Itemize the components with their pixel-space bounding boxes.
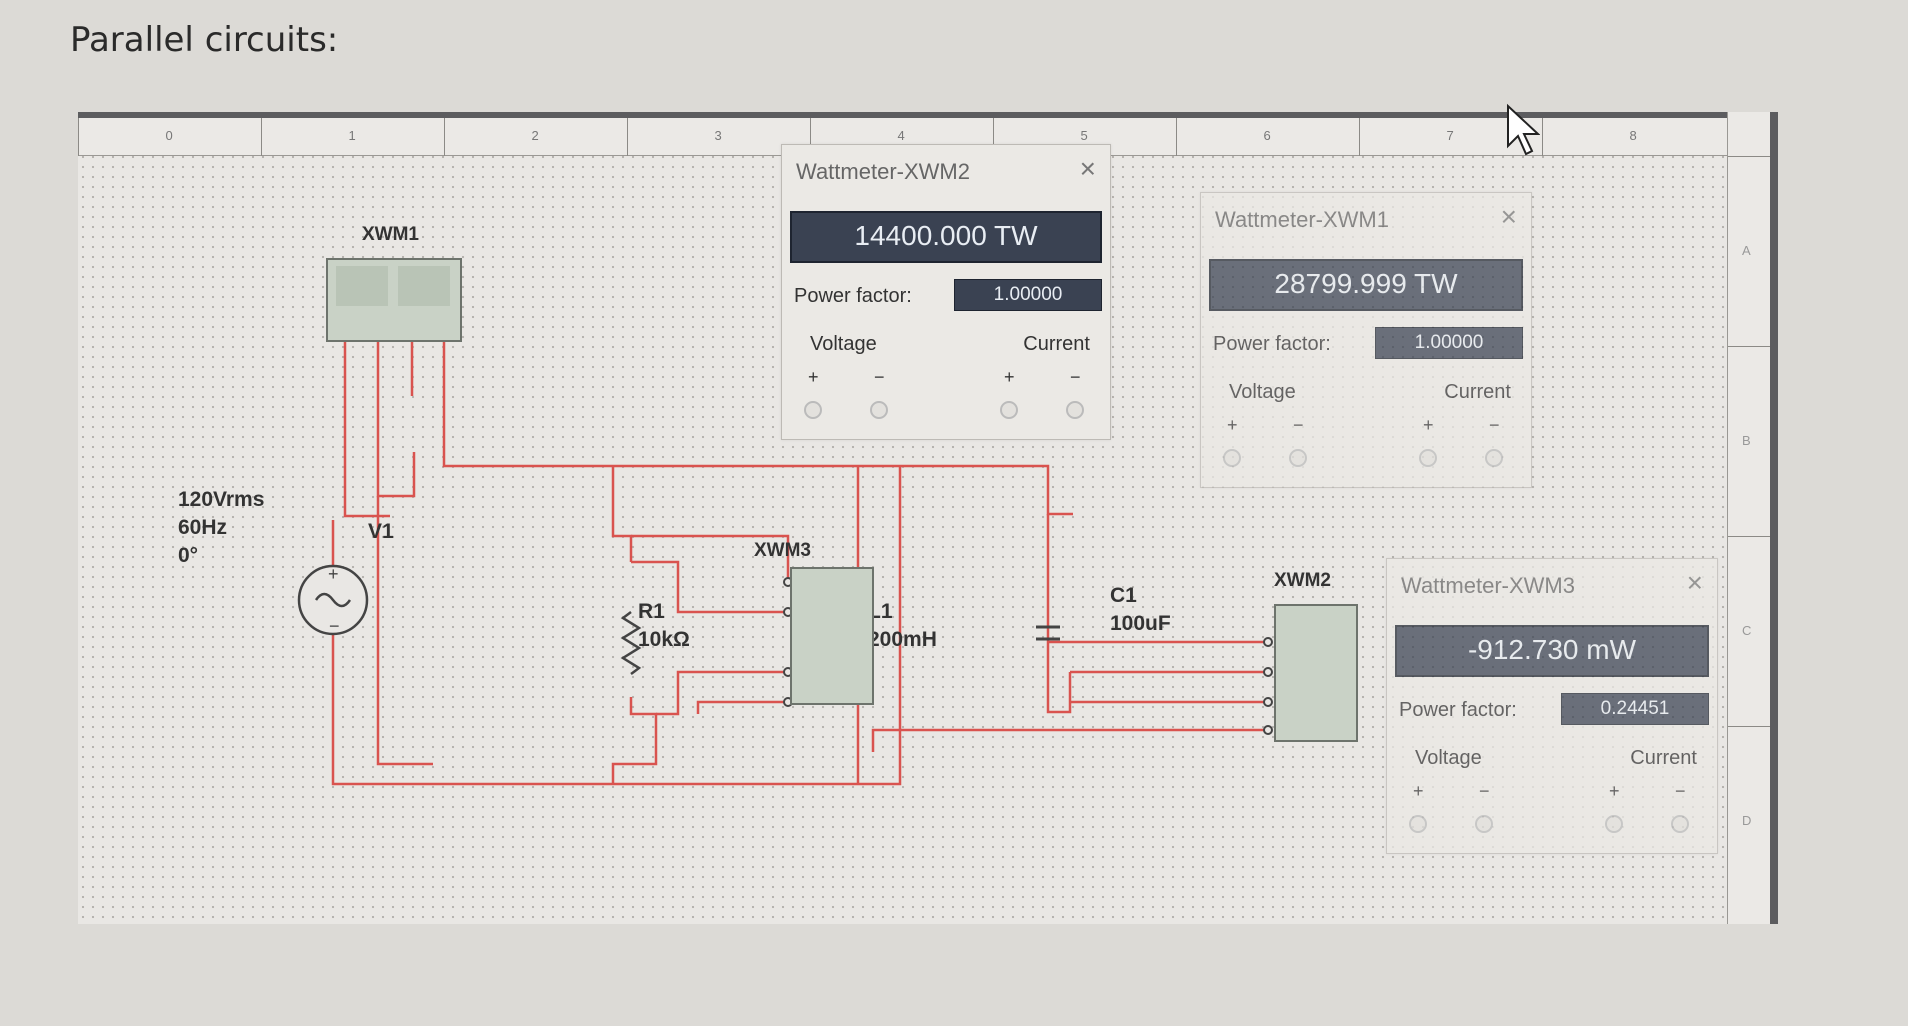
power-factor-label: Power factor: — [1213, 333, 1331, 355]
voltage-minus-terminal[interactable] — [1289, 449, 1307, 467]
page-title: Parallel circuits: — [70, 20, 339, 60]
l1-value-label: 200mH — [868, 628, 937, 651]
voltage-plus-label: + — [1413, 781, 1424, 801]
voltage-label: Voltage — [1229, 381, 1296, 403]
dialog-title: Wattmeter-XWM3 — [1401, 573, 1575, 598]
voltage-plus-label: + — [1227, 415, 1238, 435]
power-reading: -912.730 mW — [1395, 625, 1709, 677]
ac-source-icon: + − — [297, 564, 369, 636]
current-label: Current — [1444, 381, 1511, 403]
voltage-minus-label: − — [1479, 781, 1490, 801]
wattmeter-xwm2-symbol[interactable] — [1274, 604, 1358, 742]
wire — [871, 728, 1268, 752]
svg-text:+: + — [328, 564, 339, 584]
current-minus-terminal[interactable] — [1485, 449, 1503, 467]
dialog-title: Wattmeter-XWM1 — [1215, 207, 1389, 232]
source-voltage-label: 120Vrms — [178, 488, 265, 511]
power-factor-label: Power factor: — [1399, 699, 1517, 721]
power-factor-value: 1.00000 — [954, 279, 1102, 311]
current-minus-label: − — [1675, 781, 1686, 801]
source-name-label: V1 — [368, 520, 394, 543]
wattmeter-xwm1-symbol[interactable] — [326, 258, 462, 342]
power-factor-value: 0.24451 — [1561, 693, 1709, 725]
voltage-plus-terminal[interactable] — [1223, 449, 1241, 467]
voltage-minus-label: − — [1293, 415, 1304, 435]
current-label: Current — [1630, 747, 1697, 769]
c1-name-label: C1 — [1110, 584, 1137, 607]
xwm2-label: XWM2 — [1274, 570, 1331, 591]
wire — [376, 338, 416, 498]
source-phase-label: 0° — [178, 544, 199, 567]
voltage-plus-label: + — [808, 367, 819, 387]
current-plus-label: + — [1423, 415, 1434, 435]
wire — [656, 670, 788, 716]
current-minus-terminal[interactable] — [1066, 401, 1084, 419]
current-minus-terminal[interactable] — [1671, 815, 1689, 833]
power-reading: 14400.000 TW — [790, 211, 1102, 263]
current-plus-label: + — [1609, 781, 1620, 801]
voltage-minus-label: − — [874, 367, 885, 387]
voltage-plus-terminal[interactable] — [1409, 815, 1427, 833]
voltage-minus-terminal[interactable] — [870, 401, 888, 419]
power-factor-value: 1.00000 — [1375, 327, 1523, 359]
dialog-wattmeter-xwm2[interactable]: Wattmeter-XWM2 × 14400.000 TW Power fact… — [781, 144, 1111, 440]
voltage-label: Voltage — [810, 333, 877, 355]
current-plus-terminal[interactable] — [1419, 449, 1437, 467]
current-label: Current — [1023, 333, 1090, 355]
wattmeter-xwm3-symbol[interactable] — [790, 567, 874, 705]
xwm3-label: XWM3 — [754, 540, 811, 561]
power-factor-label: Power factor: — [794, 285, 912, 307]
close-icon[interactable]: × — [1501, 201, 1517, 233]
c1-value-label: 100uF — [1110, 612, 1171, 635]
source-frequency-label: 60Hz — [178, 516, 228, 539]
voltage-minus-terminal[interactable] — [1475, 815, 1493, 833]
power-reading: 28799.999 TW — [1209, 259, 1523, 311]
current-minus-label: − — [1489, 415, 1500, 435]
resistor-icon — [620, 611, 642, 675]
current-plus-terminal[interactable] — [1000, 401, 1018, 419]
wire — [343, 338, 390, 518]
mouse-cursor-icon — [1507, 103, 1540, 156]
current-plus-terminal[interactable] — [1605, 815, 1623, 833]
r1-name-label: R1 — [638, 600, 665, 623]
r1-value-label: 10kΩ — [638, 628, 690, 651]
voltage-plus-terminal[interactable] — [804, 401, 822, 419]
current-minus-label: − — [1070, 367, 1081, 387]
dialog-wattmeter-xwm1[interactable]: Wattmeter-XWM1 × 28799.999 TW Power fact… — [1200, 192, 1532, 488]
dialog-wattmeter-xwm3[interactable]: Wattmeter-XWM3 × -912.730 mW Power facto… — [1386, 558, 1718, 854]
dialog-title: Wattmeter-XWM2 — [796, 159, 970, 184]
close-icon[interactable]: × — [1080, 153, 1096, 185]
xwm1-label: XWM1 — [362, 224, 419, 245]
wire — [1046, 514, 1072, 714]
voltage-label: Voltage — [1415, 747, 1482, 769]
close-icon[interactable]: × — [1687, 567, 1703, 599]
wire — [696, 700, 788, 714]
wire — [611, 697, 658, 784]
wire — [611, 466, 633, 562]
schematic-canvas[interactable]: 012345678 ABCD + − 120Vrms 60Hz 0° V1 R1… — [78, 112, 1778, 924]
current-plus-label: + — [1004, 367, 1015, 387]
svg-text:−: − — [329, 616, 340, 636]
